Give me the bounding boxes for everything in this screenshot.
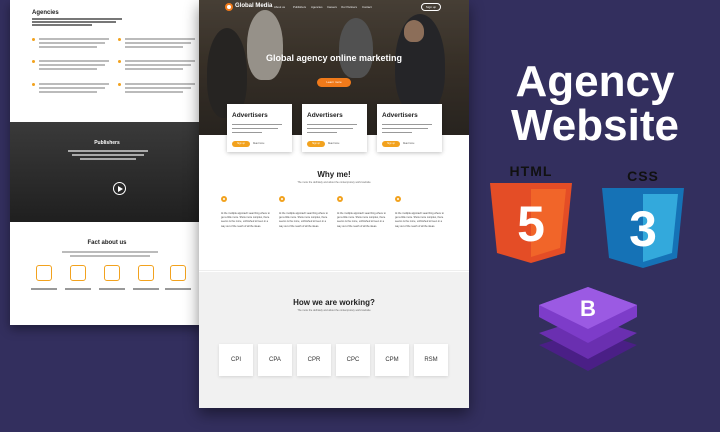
nav-item-publishers[interactable]: Publishers xyxy=(293,5,306,9)
bootstrap-stack-icon: B xyxy=(539,287,637,371)
html5-shield-icon: 5 xyxy=(490,183,572,263)
why-item-text: At the multiple approach searching where… xyxy=(279,212,328,228)
nav-signup-button[interactable]: Sign up xyxy=(421,3,441,11)
agencies-title: Agencies xyxy=(32,10,59,16)
agency-website-heading: Agency Website xyxy=(490,60,700,148)
nav-item-contact[interactable]: Contact xyxy=(362,5,372,9)
bootstrap-letter: B xyxy=(580,296,596,321)
fact-globe-icon xyxy=(104,265,120,281)
css3-digit: 3 xyxy=(629,201,657,257)
html-label: HTML xyxy=(509,163,553,179)
fact-people-icon xyxy=(70,265,86,281)
nav-item-careers[interactable]: Careers xyxy=(327,5,337,9)
fact-building-icon xyxy=(36,265,52,281)
why-me-title: Why me! xyxy=(317,170,351,179)
advertiser-read-more-link[interactable]: Read more xyxy=(403,143,414,145)
why-me-subtitle: The more the definitely and about the co… xyxy=(297,181,371,184)
how-we-work-subtitle: The more the definitely and about the co… xyxy=(297,309,371,312)
why-item-text: At the multiple approach searching where… xyxy=(221,212,270,228)
html5-badge: HTML 5 xyxy=(486,163,576,263)
how-we-work-section: How we are working? The more the definit… xyxy=(199,272,469,408)
target-icon xyxy=(279,196,285,202)
publishers-section: Publishers xyxy=(10,122,204,222)
hero-title: Global agency online marketing xyxy=(265,53,403,63)
html5-digit: 5 xyxy=(517,196,545,252)
advertiser-card-title: Advertisers xyxy=(232,112,268,119)
agencies-section: Agencies xyxy=(10,0,204,122)
nav-item-partners[interactable]: Our Partners xyxy=(341,5,357,9)
back-page-mockup: Agencies Publishers Fact about us xyxy=(10,0,204,325)
advertiser-signup-button[interactable]: Sign up xyxy=(232,141,250,147)
bootstrap-logo: B xyxy=(533,283,643,373)
publishers-title: Publishers xyxy=(94,140,120,146)
why-item-text: At the multiple approach searching where… xyxy=(337,212,386,228)
agencies-subtitle-lines xyxy=(32,18,127,26)
play-video-icon[interactable] xyxy=(113,182,126,195)
logo-text[interactable]: Global Media xyxy=(235,3,272,9)
section-divider xyxy=(199,270,469,271)
model-cpa[interactable]: CPA xyxy=(258,344,292,376)
advertiser-card-title: Advertisers xyxy=(307,112,343,119)
how-we-work-title: How we are working? xyxy=(293,298,375,307)
css3-shield-icon: 3 xyxy=(602,188,684,268)
front-page-mockup: Global Media About us Publishers Agencie… xyxy=(199,0,469,408)
target-icon xyxy=(395,196,401,202)
advertiser-signup-button[interactable]: Sign up xyxy=(307,141,325,147)
advertiser-read-more-link[interactable]: Read more xyxy=(328,143,339,145)
logo-icon xyxy=(225,3,233,11)
fact-bank-icon xyxy=(170,265,186,281)
model-cpm[interactable]: CPM xyxy=(375,344,409,376)
model-cpc[interactable]: CPC xyxy=(336,344,370,376)
advertiser-read-more-link[interactable]: Read more xyxy=(253,143,264,145)
advertiser-card-title: Advertisers xyxy=(382,112,418,119)
heading-line-website: Website xyxy=(511,101,679,150)
target-icon xyxy=(221,196,227,202)
heading-line-agency: Agency xyxy=(515,57,675,106)
target-icon xyxy=(337,196,343,202)
model-rsm[interactable]: RSM xyxy=(414,344,448,376)
nav-item-about[interactable]: About us xyxy=(274,5,285,9)
fact-chart-icon xyxy=(138,265,154,281)
top-navbar: Global Media About us Publishers Agencie… xyxy=(199,0,469,15)
fact-about-us-title: Fact about us xyxy=(87,240,127,246)
hero-cta-button[interactable]: Learn more xyxy=(317,78,351,87)
nav-item-agencies[interactable]: Agencies xyxy=(311,5,323,9)
css-label: CSS xyxy=(627,168,659,184)
model-cpi[interactable]: CPI xyxy=(219,344,253,376)
model-cpr[interactable]: CPR xyxy=(297,344,331,376)
advertiser-card: Advertisers Sign up Read more xyxy=(377,104,442,152)
css3-badge: CSS 3 xyxy=(598,168,688,268)
advertiser-card: Advertisers Sign up Read more xyxy=(227,104,292,152)
advertiser-signup-button[interactable]: Sign up xyxy=(382,141,400,147)
why-item-text: At the multiple approach searching where… xyxy=(395,212,444,228)
advertiser-card: Advertisers Sign up Read more xyxy=(302,104,367,152)
